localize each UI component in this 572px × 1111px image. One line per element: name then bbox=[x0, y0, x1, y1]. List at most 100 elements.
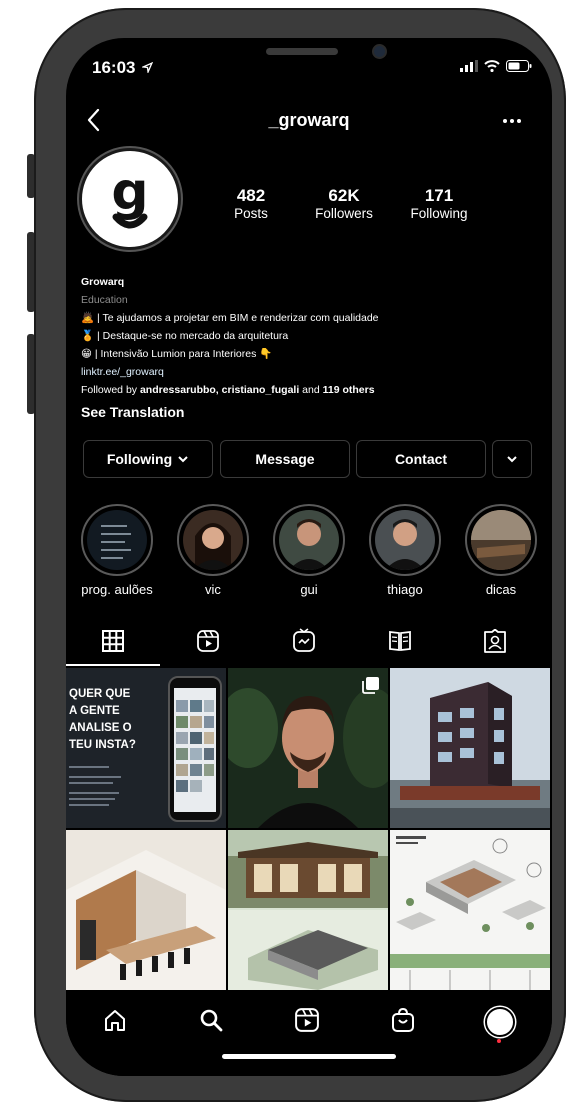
building-render bbox=[390, 668, 550, 828]
see-translation-link[interactable]: See Translation bbox=[81, 404, 184, 420]
highlight-label: vic bbox=[205, 582, 221, 597]
highlight-ring bbox=[465, 504, 537, 576]
bio-text-1: | Te ajudamos a projetar em BIM e render… bbox=[97, 312, 379, 324]
bio-line-3: 😁 | Intensivão Lumion para Interiores 👇 bbox=[81, 345, 379, 363]
followed-by-prefix: Followed by bbox=[81, 384, 140, 396]
post-tile-3[interactable] bbox=[390, 668, 550, 828]
more-options-icon[interactable] bbox=[502, 118, 522, 124]
status-time: 16:03 bbox=[92, 58, 154, 78]
bio-text-3: | Intensivão Lumion para Interiores 👇 bbox=[94, 348, 273, 360]
site-plan-diagram bbox=[390, 830, 550, 990]
status-icons bbox=[460, 60, 532, 72]
post-1-line: TEU INSTA? bbox=[69, 739, 136, 751]
followers-count: 62K bbox=[328, 186, 360, 205]
highlight-ring bbox=[81, 504, 153, 576]
followed-by-names: andressarubbo, cristiano_fugali bbox=[139, 384, 300, 396]
contact-button[interactable]: Contact bbox=[356, 440, 486, 478]
post-tile-2[interactable] bbox=[228, 668, 388, 828]
followers-label: Followers bbox=[315, 206, 373, 221]
chevron-down-icon bbox=[507, 456, 517, 463]
notch bbox=[168, 38, 450, 78]
profile-link[interactable]: linktr.ee/_growarq bbox=[81, 363, 379, 381]
profile-category: Education bbox=[81, 294, 128, 306]
highlight-ring bbox=[369, 504, 441, 576]
followed-by-and: and bbox=[299, 384, 323, 396]
highlight-cover bbox=[87, 510, 147, 570]
front-camera bbox=[374, 46, 385, 57]
followed-by[interactable]: Followed by andressarubbo, cristiano_fug… bbox=[81, 381, 379, 399]
highlight-cover bbox=[279, 510, 339, 570]
tagged-tab-icon[interactable] bbox=[484, 629, 506, 653]
person-photo-icon bbox=[385, 519, 425, 570]
reels-tab-icon[interactable] bbox=[197, 630, 219, 652]
battery-icon bbox=[506, 60, 532, 72]
home-indicator bbox=[222, 1054, 396, 1059]
schedule-list-icon bbox=[101, 525, 131, 559]
chevron-down-icon bbox=[178, 456, 188, 463]
highlight-label: dicas bbox=[485, 582, 517, 597]
home-icon[interactable] bbox=[103, 1008, 127, 1032]
igtv-tab-icon[interactable] bbox=[293, 628, 315, 652]
posts-label: Posts bbox=[234, 206, 268, 221]
search-icon[interactable] bbox=[199, 1008, 223, 1032]
growarq-logo-icon: g bbox=[111, 162, 149, 229]
active-tab-indicator bbox=[66, 664, 160, 666]
post-tile-5[interactable] bbox=[228, 830, 388, 990]
guides-tab-icon[interactable] bbox=[388, 630, 412, 652]
bottom-nav bbox=[66, 992, 552, 1076]
highlight-label: thiago bbox=[387, 582, 423, 597]
bio-emoji-3: 😁 bbox=[81, 348, 92, 360]
following-button[interactable]: Following bbox=[83, 440, 213, 478]
reels-icon[interactable] bbox=[295, 1008, 319, 1032]
bio-line-1: 🙇 | Te ajudamos a projetar em BIM e rend… bbox=[81, 309, 379, 327]
pavilion-render-collage bbox=[228, 830, 388, 990]
interior-photo-icon bbox=[471, 510, 531, 570]
kitchen-illustration bbox=[66, 830, 226, 990]
signal-icon bbox=[460, 60, 478, 72]
stat-followers[interactable]: 62K Followers bbox=[304, 186, 384, 221]
message-button-label: Message bbox=[255, 451, 315, 467]
posts-count: 482 bbox=[236, 186, 266, 205]
earpiece-speaker bbox=[266, 48, 338, 55]
highlight-label: prog. aulões bbox=[81, 582, 153, 597]
post-1-line: QUER QUE bbox=[69, 688, 131, 700]
contact-button-label: Contact bbox=[394, 451, 448, 467]
highlight-cover bbox=[183, 510, 243, 570]
post-tile-6[interactable] bbox=[390, 830, 550, 990]
growarq-logo-letter: g bbox=[111, 162, 148, 222]
suggested-accounts-button[interactable] bbox=[492, 440, 532, 478]
phone-mockup bbox=[168, 676, 222, 822]
following-button-label: Following bbox=[106, 451, 173, 467]
post-1-line: A GENTE bbox=[69, 705, 120, 717]
message-button[interactable]: Message bbox=[220, 440, 350, 478]
phone-screen: 16:03 _growarq g 482 Posts 62K Followers… bbox=[66, 38, 552, 1076]
location-arrow-icon bbox=[140, 61, 154, 75]
shop-icon[interactable] bbox=[391, 1007, 415, 1033]
highlight-label: gui bbox=[300, 582, 318, 597]
post-1-small-text bbox=[69, 766, 129, 806]
wifi-icon bbox=[484, 60, 500, 72]
post-tile-4[interactable] bbox=[66, 830, 226, 990]
person-photo-icon bbox=[193, 523, 233, 570]
following-label: Following bbox=[410, 206, 468, 221]
post-1-line: ANALISE O bbox=[69, 722, 132, 734]
person-photo-icon bbox=[289, 519, 329, 570]
bio-emoji-1: 🙇 bbox=[81, 312, 95, 324]
notification-dot bbox=[497, 1039, 501, 1043]
highlight-ring bbox=[177, 504, 249, 576]
carousel-icon bbox=[362, 677, 379, 694]
profile-name: Growarq bbox=[81, 276, 125, 288]
bio-text-2: | Destaque-se no mercado da arquitetura bbox=[97, 330, 289, 342]
stat-following[interactable]: 171 Following bbox=[399, 186, 479, 221]
profile-avatar[interactable]: g bbox=[79, 148, 181, 250]
post-tile-1[interactable]: QUER QUE A GENTE ANALISE O TEU INSTA? bbox=[66, 668, 226, 828]
back-icon[interactable] bbox=[86, 108, 102, 132]
bio-emoji-2: 🏅 bbox=[81, 330, 95, 342]
highlight-ring bbox=[273, 504, 345, 576]
tab-grid[interactable] bbox=[66, 618, 160, 666]
highlight-cover bbox=[375, 510, 435, 570]
post-1-caption: QUER QUE A GENTE ANALISE O TEU INSTA? bbox=[69, 686, 136, 754]
stat-posts[interactable]: 482 Posts bbox=[216, 186, 286, 221]
followed-by-others: 119 others bbox=[322, 384, 375, 396]
profile-nav-avatar[interactable] bbox=[485, 1007, 515, 1037]
